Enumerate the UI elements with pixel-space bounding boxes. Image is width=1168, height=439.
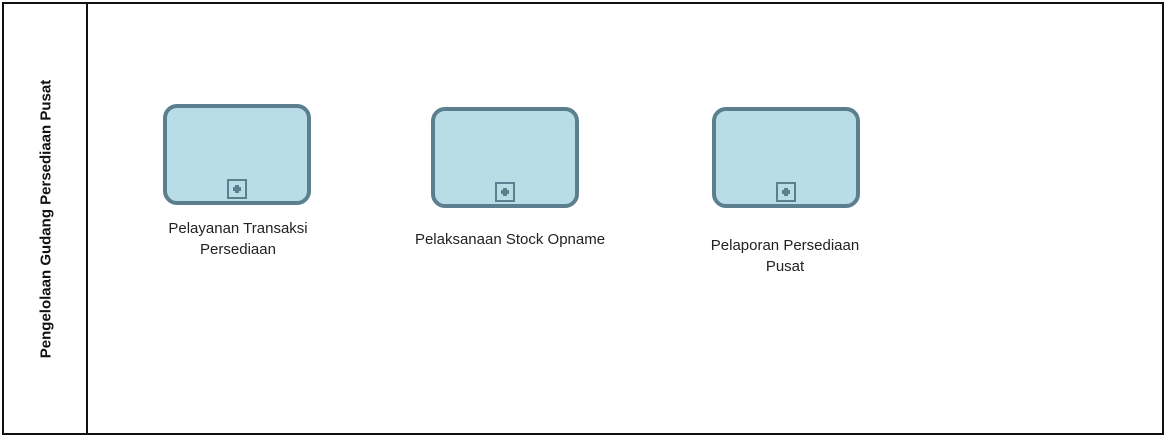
plus-square-icon bbox=[227, 179, 247, 199]
subprocess-pelaksanaan-stock-opname[interactable] bbox=[431, 107, 579, 208]
subprocess-pelaporan-persediaan-pusat[interactable] bbox=[712, 107, 860, 208]
lane-header: Pengelolaan Gudang Persediaan Pusat bbox=[4, 4, 88, 433]
lane-title: Pengelolaan Gudang Persediaan Pusat bbox=[37, 79, 55, 358]
plus-square-icon bbox=[776, 182, 796, 202]
subprocess-pelayanan-transaksi-persediaan[interactable] bbox=[163, 104, 311, 205]
plus-square-icon bbox=[495, 182, 515, 202]
task-label: Pelaksanaan Stock Opname bbox=[414, 231, 606, 248]
task-label: Pelayanan Transaksi Persediaan bbox=[168, 220, 308, 258]
task-label: Pelaporan Persediaan Pusat bbox=[710, 237, 860, 275]
